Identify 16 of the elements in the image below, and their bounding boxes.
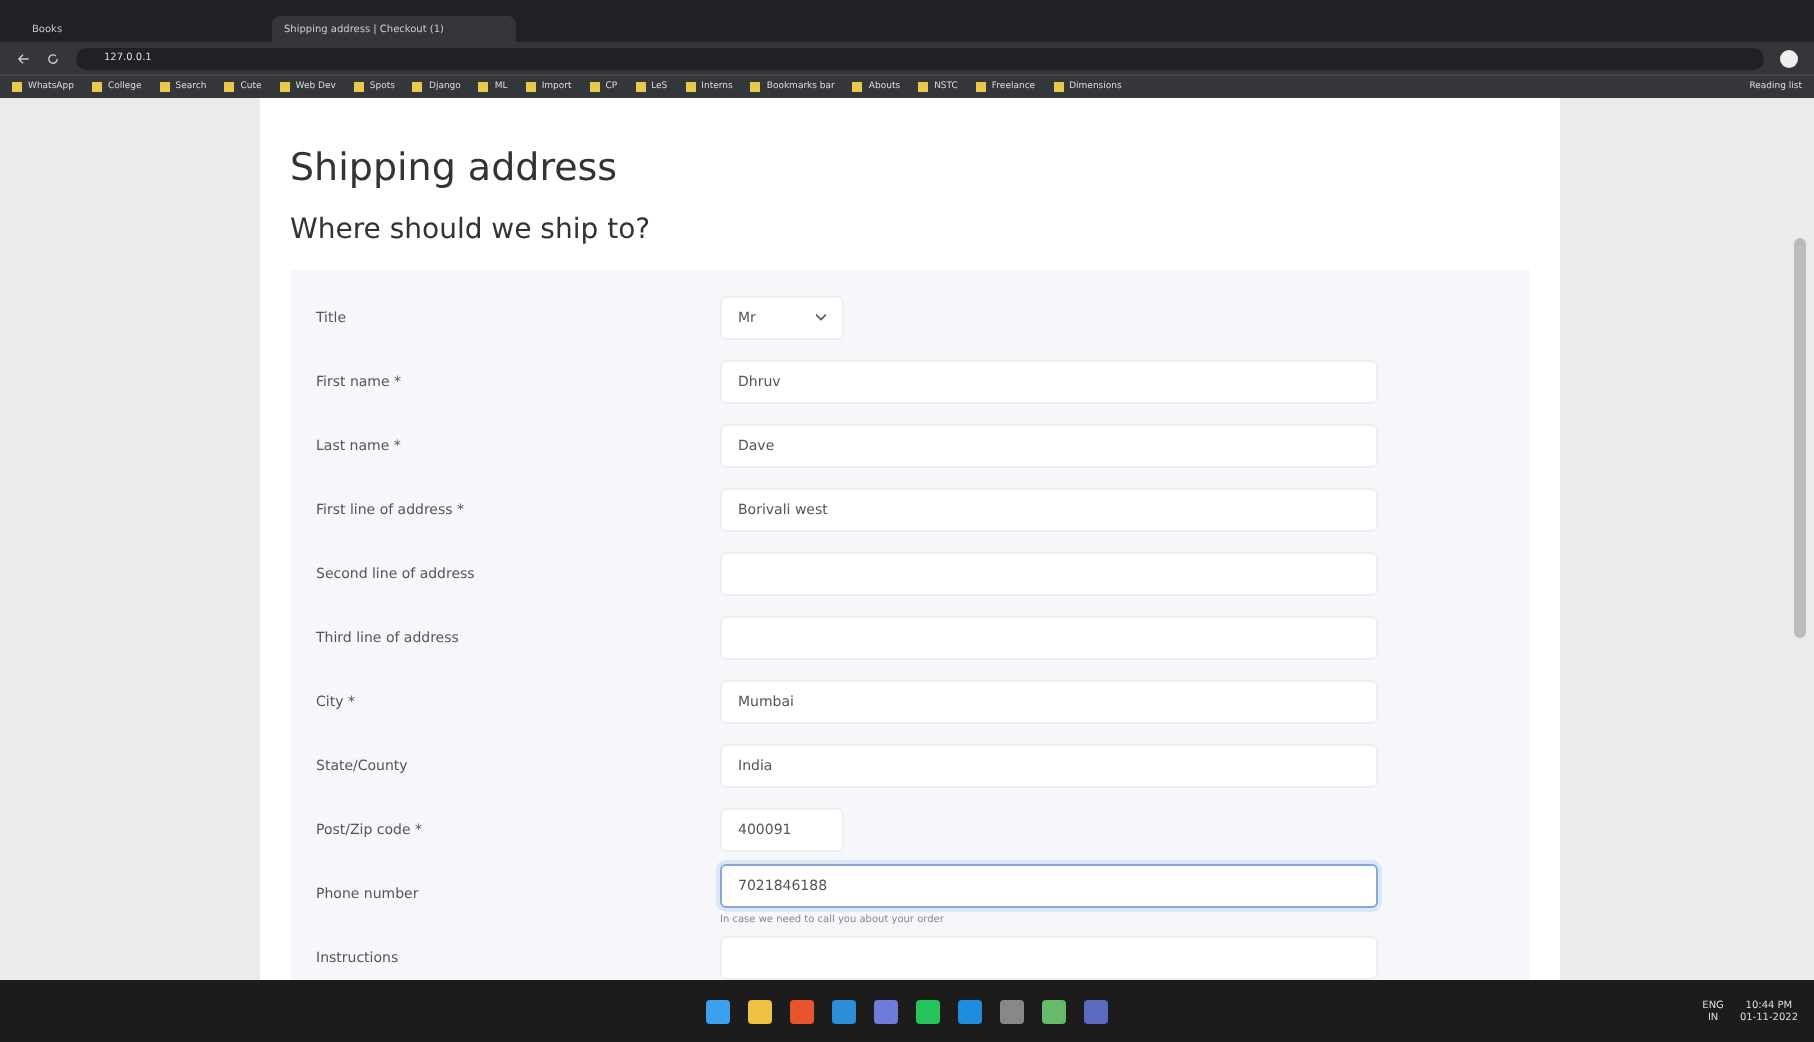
app-icon[interactable] <box>1000 999 1024 1023</box>
page-subtitle: Where should we ship to? <box>290 214 653 246</box>
app-icon[interactable] <box>706 999 730 1023</box>
page-title: Shipping address <box>290 146 620 190</box>
app-icon[interactable] <box>1042 999 1066 1023</box>
app-icon[interactable] <box>916 999 940 1023</box>
back-icon[interactable] <box>16 51 30 65</box>
app-icon[interactable] <box>832 999 856 1023</box>
app-icon[interactable] <box>874 999 898 1023</box>
app-icon[interactable] <box>958 999 982 1023</box>
app-icon[interactable] <box>790 999 814 1023</box>
app-icon[interactable] <box>748 999 772 1023</box>
profile-icon[interactable] <box>1780 49 1798 67</box>
reload-icon[interactable] <box>46 51 60 65</box>
input-field[interactable] <box>720 936 1378 980</box>
caret-icon <box>816 314 826 322</box>
